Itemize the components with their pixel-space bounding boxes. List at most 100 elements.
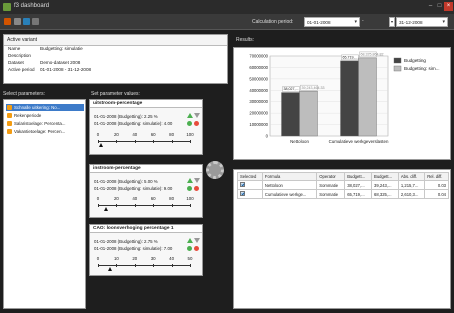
- column-header[interactable]: Rel. diff.: [424, 172, 449, 181]
- confirm-icon[interactable]: [187, 121, 192, 126]
- column-header[interactable]: Budgett...: [344, 172, 373, 181]
- parameter-sim-value: 01-01-2008 (Budgetting: simulatie): 9.00: [94, 186, 173, 191]
- variant-period-row: Active period 01-01-2008 - 31-12-2008: [8, 67, 92, 72]
- bar: [281, 92, 300, 137]
- increase-icon[interactable]: [187, 238, 193, 243]
- slider-tick: [116, 204, 118, 207]
- selected-cell[interactable]: [237, 189, 263, 199]
- forward-icon[interactable]: [23, 18, 30, 25]
- parameter-item[interactable]: Rekenperiode: [6, 112, 84, 119]
- decrease-icon[interactable]: [194, 113, 200, 118]
- legend-label: Budgetting: [404, 58, 426, 63]
- slider-tick-label: 20: [132, 256, 138, 261]
- slider-tick-label: 100: [186, 132, 194, 137]
- slider-tick: [190, 204, 191, 207]
- column-header[interactable]: Selected: [237, 172, 263, 181]
- period-from-field[interactable]: 01-01-2008 ▾: [304, 17, 360, 27]
- slider-tick: [116, 140, 118, 143]
- parameter-slider[interactable]: 0 10 20 30 40 50: [97, 256, 192, 271]
- minimize-button[interactable]: –: [426, 2, 435, 11]
- slider-tick-label: 100: [186, 196, 194, 201]
- decrease-icon[interactable]: [194, 178, 200, 183]
- slider-tick: [153, 204, 155, 207]
- row-checkbox[interactable]: [240, 182, 245, 187]
- back-icon[interactable]: [14, 18, 21, 25]
- data-label: 39,243,464.33: [302, 86, 325, 90]
- results-table-panel: Selected Formula Operator Budgett... Bud…: [233, 169, 451, 309]
- variant-name-row: Name Budgetting: simulatie: [8, 46, 83, 51]
- slider-track[interactable]: [98, 265, 190, 266]
- slider-thumb[interactable]: [99, 143, 104, 147]
- slider-tick-label: 0: [96, 196, 100, 201]
- decrease-icon[interactable]: [194, 238, 200, 243]
- reset-icon[interactable]: [194, 186, 199, 191]
- table-cell: 0.03: [424, 180, 449, 190]
- refresh-icon[interactable]: [32, 18, 39, 25]
- variant-description-row: Description: [8, 53, 31, 58]
- slider-tick-label: 80: [169, 196, 175, 201]
- results-table: Selected Formula Operator Budgett... Bud…: [237, 172, 449, 199]
- slider-thumb[interactable]: [103, 207, 108, 211]
- parameter-slider[interactable]: 0 20 40 60 80 100: [97, 196, 194, 211]
- chevron-down-icon[interactable]: ▾: [442, 19, 445, 25]
- gear-icon[interactable]: [206, 161, 224, 179]
- reset-icon[interactable]: [194, 121, 199, 126]
- y-tick-label: 20000000: [249, 111, 268, 116]
- reset-icon[interactable]: [194, 246, 199, 251]
- calculation-period-label: Calculation period:: [252, 19, 294, 25]
- slider-track[interactable]: [98, 141, 190, 142]
- stop-icon[interactable]: [4, 18, 11, 25]
- column-header[interactable]: Formula: [261, 172, 318, 181]
- increase-icon[interactable]: [187, 178, 193, 183]
- slider-tick-label: 40: [132, 196, 138, 201]
- results-label: Results:: [236, 37, 255, 43]
- column-header[interactable]: Abs. diff.: [397, 172, 426, 181]
- confirm-icon[interactable]: [187, 246, 192, 251]
- data-label: 68,325,864.82: [361, 53, 384, 57]
- slider-track[interactable]: [98, 205, 190, 206]
- slider-tick: [134, 140, 136, 143]
- parameter-item[interactable]: Schnalle uitkering: No...: [6, 104, 84, 111]
- column-header[interactable]: Operator: [316, 172, 346, 181]
- variant-dataset-row: Dataset Demo-dataset 2008: [8, 60, 81, 65]
- parameter-item[interactable]: Salaristoelage: Percenta...: [6, 120, 84, 127]
- slider-tick-label: 0: [96, 256, 100, 261]
- parameter-block: instroom-percentage 01-01-2008 (Budgetti…: [89, 164, 203, 218]
- selected-cell[interactable]: [237, 180, 263, 190]
- slider-tick: [171, 140, 173, 143]
- close-button[interactable]: ×: [444, 2, 453, 11]
- table-row[interactable]: Nettoloon Sommatie 38,027,... 39,243,...…: [237, 180, 449, 190]
- row-checkbox[interactable]: [240, 191, 245, 196]
- confirm-icon[interactable]: [187, 186, 192, 191]
- table-cell: Nettoloon: [261, 180, 318, 190]
- table-cell: 38,027,...: [344, 180, 373, 190]
- parameter-item[interactable]: Vakantietoelage: Percen...: [6, 128, 84, 135]
- table-cell: 68,325,...: [371, 189, 399, 199]
- parameter-block: CAO: loonsverhoging percentage 1 01-01-2…: [89, 224, 203, 276]
- parameter-icon: [7, 121, 12, 126]
- x-tick-label: Nettoloon: [290, 139, 309, 144]
- slider-tick-label: 40: [132, 132, 138, 137]
- slider-tick-label: 80: [169, 132, 175, 137]
- increase-icon[interactable]: [187, 113, 193, 118]
- x-tick-label: Cumulatieve werkgeverslasten: [329, 139, 389, 144]
- table-cell: Sommatie: [316, 180, 346, 190]
- period-to-field[interactable]: 31-12-2008 ▾: [396, 17, 448, 27]
- y-tick-label: 50000000: [249, 76, 268, 81]
- slider-tick: [171, 204, 173, 207]
- table-row[interactable]: Cumulatieve werkge... Sommatie 65,719,..…: [237, 189, 449, 199]
- parameter-sim-value: 01-01-2008 (Budgetting: simulatie): 7.00: [94, 246, 173, 251]
- window-title: f3 dashboard: [14, 3, 50, 9]
- column-header[interactable]: Budgett...: [371, 172, 399, 181]
- slider-tick: [153, 264, 155, 267]
- set-parameter-values-label: Set parameter values:: [91, 91, 140, 97]
- app-icon: [3, 3, 11, 11]
- slider-tick-label: 50: [187, 256, 193, 261]
- y-tick-label: 10000000: [249, 122, 268, 127]
- calendar-icon[interactable]: ▾: [389, 17, 395, 27]
- chevron-down-icon[interactable]: ▾: [354, 19, 357, 25]
- slider-tick: [190, 140, 191, 143]
- maximize-button[interactable]: □: [435, 2, 444, 11]
- parameter-slider[interactable]: 0 20 40 60 80 100: [97, 132, 194, 147]
- slider-thumb[interactable]: [108, 267, 113, 271]
